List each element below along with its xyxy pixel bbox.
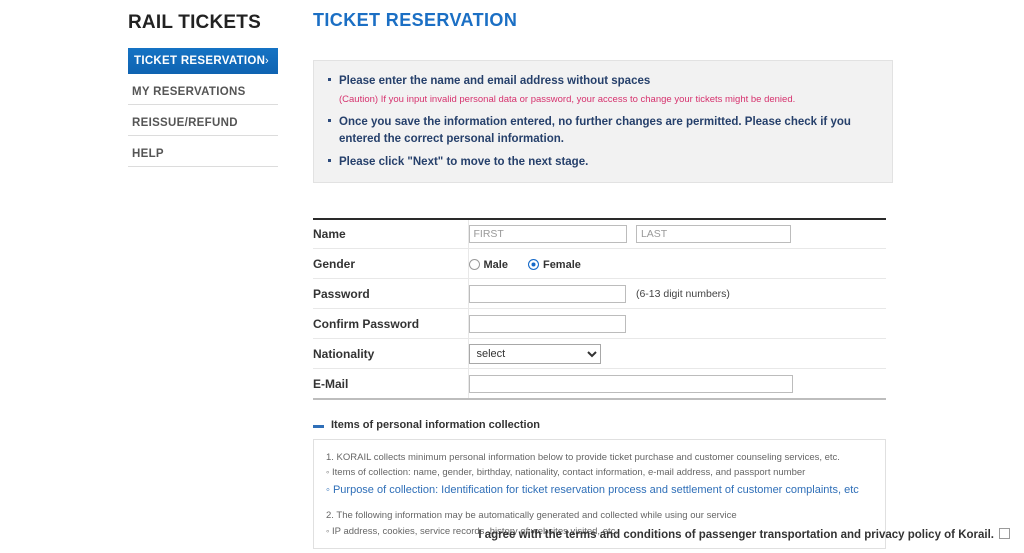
personal-info-heading: Items of personal information collection [331, 418, 541, 431]
notice-caution: (Caution) If you input invalid personal … [339, 93, 796, 105]
name-label: Name [313, 217, 469, 250]
confirm-password-label: Confirm Password [313, 308, 469, 340]
gender-radio-male[interactable]: Male [468, 258, 508, 271]
site-logo: RAIL TICKETS [128, 12, 261, 33]
notice-text: Please enter the name and email address … [339, 75, 651, 87]
email-input[interactable] [468, 374, 793, 393]
agree-checkbox[interactable] [999, 528, 1010, 539]
form-row-gender: Gender Male Female [313, 248, 886, 280]
sidebar: RAIL TICKETS TICKET RESERVATION › MY RES… [128, 0, 278, 172]
email-label: E-Mail [313, 368, 469, 400]
personal-info-toggle[interactable]: Items of personal information collection [313, 419, 893, 431]
gender-label: Gender [313, 248, 469, 280]
gender-radio-group: Male Female [468, 258, 601, 271]
notice-item: Please click "Next" to move to the next … [328, 154, 878, 171]
form-row-email: E-Mail [313, 368, 886, 400]
notice-text: Once you save the information entered, n… [339, 115, 851, 145]
sidebar-item-help[interactable]: HELP [128, 141, 278, 167]
form-row-password: Password (6-13 digit numbers) [313, 278, 886, 310]
personal-info-line: 1. KORAIL collects minimum personal info… [326, 451, 840, 463]
bullet-icon [328, 159, 331, 163]
form-row-name: Name [313, 217, 886, 250]
page-title: TICKET RESERVATION [313, 10, 518, 30]
page-root: RAIL TICKETS TICKET RESERVATION › MY RES… [0, 0, 1024, 553]
personal-info-line: ◦ Items of collection: name, gender, bir… [326, 467, 806, 479]
last-name-input[interactable] [635, 225, 791, 244]
sidebar-item-ticket-reservation[interactable]: TICKET RESERVATION › [128, 48, 278, 74]
bullet-icon [328, 118, 331, 122]
bullet-icon [328, 78, 331, 81]
notice-text: Please click "Next" to move to the next … [339, 156, 589, 169]
sidebar-item-label: MY RESERVATIONS [132, 86, 246, 98]
sidebar-item-reissue-refund[interactable]: REISSUE/REFUND [128, 110, 278, 136]
password-label: Password [313, 278, 469, 310]
notice-box: Please enter the name and email address … [313, 60, 893, 183]
agree-bar: I agree with the terms and conditions of… [0, 528, 1024, 541]
nationality-select[interactable]: select [468, 343, 601, 364]
form-row-nationality: Nationality select [313, 338, 886, 370]
minus-icon [313, 424, 324, 428]
form-table: Name Gender Male [313, 217, 886, 400]
notice-item: Please enter the name and email address … [328, 73, 878, 107]
password-hint: (6-13 digit numbers) [635, 287, 730, 300]
nationality-label: Nationality [313, 338, 469, 370]
main-content: TICKET RESERVATION Please enter the name… [313, 0, 893, 549]
sidebar-item-label: HELP [132, 148, 164, 160]
confirm-password-input[interactable] [468, 314, 626, 333]
personal-info-line: 2. The following information may be auto… [326, 510, 737, 522]
radio-unchecked-icon [468, 258, 480, 270]
agree-label: I agree with the terms and conditions of… [478, 529, 994, 541]
form-row-confirm-password: Confirm Password [313, 308, 886, 340]
sidebar-item-my-reservations[interactable]: MY RESERVATIONS [128, 79, 278, 105]
gender-option-label: Female [542, 258, 581, 271]
first-name-input[interactable] [468, 225, 627, 244]
sidebar-nav: TICKET RESERVATION › MY RESERVATIONS REI… [128, 48, 278, 167]
chevron-right-icon: › [265, 55, 269, 67]
sidebar-item-label: REISSUE/REFUND [132, 117, 238, 129]
gender-option-label: Male [483, 258, 508, 271]
sidebar-item-label: TICKET RESERVATION [134, 55, 266, 67]
notice-list: Please enter the name and email address … [328, 73, 878, 171]
gender-radio-female[interactable]: Female [527, 258, 581, 271]
notice-item: Once you save the information entered, n… [328, 114, 878, 147]
password-input[interactable] [468, 284, 626, 303]
personal-info-line: 3. In accordance with the Law of Consume… [326, 548, 873, 549]
reservation-form: Name Gender Male [313, 217, 886, 400]
personal-info-line-highlight: ◦ Purpose of collection: Identification … [326, 483, 859, 496]
radio-checked-icon [527, 258, 539, 270]
